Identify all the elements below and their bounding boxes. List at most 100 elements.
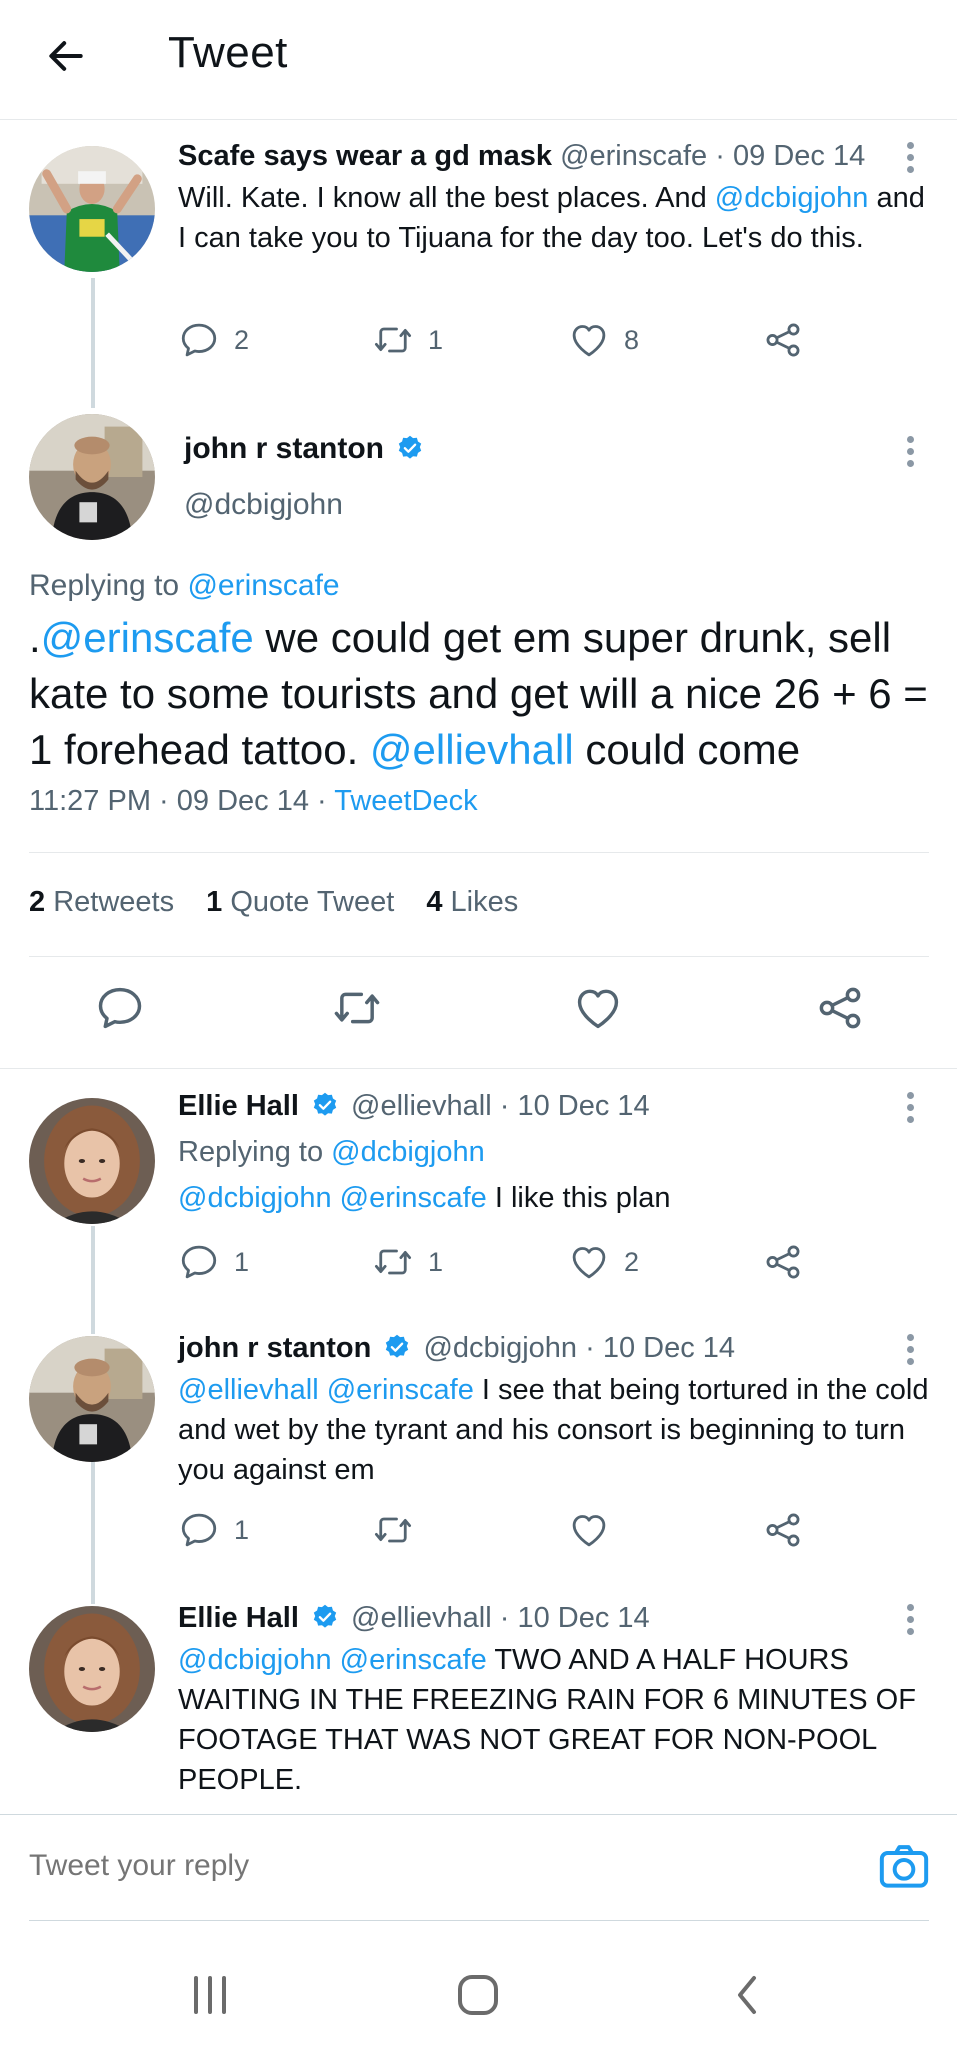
retweet-count: 1	[428, 1246, 444, 1277]
tweet-actions: 1	[178, 1506, 818, 1554]
reply-button[interactable]: 2	[178, 316, 249, 364]
quote-tweets-stat[interactable]: 1 Quote Tweet	[206, 886, 394, 918]
like-icon	[568, 1509, 610, 1551]
user-handle[interactable]: @ellievhall	[351, 1090, 492, 1122]
verified-badge-icon	[383, 1333, 411, 1361]
more-vertical-icon[interactable]	[903, 142, 917, 176]
reply-icon	[178, 319, 220, 361]
retweet-button[interactable]: 1	[372, 316, 443, 364]
user-handle[interactable]: @erinscafe	[560, 140, 707, 172]
share-button[interactable]	[762, 1506, 804, 1554]
retweet-button[interactable]	[331, 982, 383, 1034]
tweet-text: Will. Kate. I know all the best places. …	[178, 182, 925, 254]
retweet-icon	[331, 982, 383, 1034]
tweet-header: Ellie Hall @ellievhall · 10 Dec 14	[178, 1602, 650, 1634]
tweet-header: Scafe says wear a gd mask @erinscafe · 0…	[178, 140, 866, 172]
likes-stat[interactable]: 4 Likes	[426, 886, 518, 918]
reply-count: 1	[234, 1514, 250, 1545]
retweets-stat[interactable]: 2 Retweets	[29, 886, 174, 918]
mention-link[interactable]: @dcbigjohn	[178, 1182, 332, 1214]
divider	[29, 956, 929, 957]
user-handle[interactable]: @dcbigjohn	[184, 488, 343, 522]
user-handle[interactable]: @dcbigjohn	[423, 1332, 577, 1364]
user-handle[interactable]: @ellievhall	[351, 1602, 492, 1634]
avatar[interactable]	[29, 1606, 155, 1732]
retweet-icon	[372, 1241, 414, 1283]
share-icon	[762, 1241, 804, 1283]
divider	[29, 1920, 929, 1921]
reply-button[interactable]: 1	[178, 1506, 249, 1554]
reply-button[interactable]	[94, 982, 146, 1034]
recent-apps-icon[interactable]	[180, 1970, 240, 2020]
mention-link[interactable]: @dcbigjohn	[715, 182, 869, 214]
page-title: Tweet	[168, 28, 288, 77]
reply-icon	[178, 1241, 220, 1283]
display-name[interactable]: Scafe says wear a gd mask	[178, 140, 552, 172]
like-button[interactable]	[572, 982, 624, 1034]
avatar[interactable]	[29, 414, 155, 540]
verified-badge-icon	[311, 1091, 339, 1119]
mention-link[interactable]: @dcbigjohn	[178, 1644, 332, 1676]
top-app-bar: Tweet	[0, 0, 957, 120]
verified-badge-icon	[311, 1603, 339, 1631]
reply-count: 2	[234, 324, 250, 355]
more-vertical-icon[interactable]	[903, 1604, 917, 1638]
reply-composer	[0, 1814, 957, 1922]
system-back-icon[interactable]	[718, 1970, 778, 2020]
share-button[interactable]	[814, 982, 866, 1034]
tweet-text: .@erinscafe we could get em super drunk,…	[29, 614, 928, 773]
tweet-date: 09 Dec 14	[176, 785, 309, 817]
mention-link[interactable]: @erinscafe	[327, 1374, 474, 1406]
reply-input[interactable]	[29, 1849, 729, 1883]
divider	[29, 852, 929, 853]
share-icon	[762, 319, 804, 361]
avatar[interactable]	[29, 1336, 155, 1462]
like-icon	[568, 1241, 610, 1283]
avatar[interactable]	[29, 1098, 155, 1224]
display-name[interactable]: john r stanton	[184, 432, 428, 466]
retweet-icon	[372, 1509, 414, 1551]
replying-to-link[interactable]: @dcbigjohn	[331, 1136, 485, 1168]
display-name[interactable]: Ellie Hall	[178, 1090, 299, 1122]
divider	[0, 1068, 957, 1069]
camera-icon[interactable]	[876, 1839, 932, 1895]
retweet-button[interactable]	[372, 1506, 414, 1554]
mention-link[interactable]: @ellievhall	[178, 1374, 319, 1406]
mention-link[interactable]: @erinscafe	[340, 1644, 487, 1676]
like-button[interactable]: 8	[568, 316, 639, 364]
tweet-date: 10 Dec 14	[602, 1332, 736, 1364]
tweet-source-link[interactable]: TweetDeck	[334, 785, 477, 817]
mention-link[interactable]: @ellievhall	[370, 726, 574, 773]
more-vertical-icon[interactable]	[903, 436, 917, 470]
tweet-date: 09 Dec 14	[733, 140, 866, 172]
tweet-text: @dcbigjohn @erinscafe I like this plan	[178, 1182, 671, 1214]
avatar[interactable]	[29, 146, 155, 272]
like-button[interactable]	[568, 1506, 610, 1554]
tweet-actions	[0, 982, 957, 1042]
home-icon[interactable]	[448, 1970, 508, 2020]
reply-icon	[178, 1509, 220, 1551]
thread-connector	[91, 278, 95, 408]
back-arrow-icon[interactable]	[44, 34, 88, 78]
verified-badge-icon	[396, 434, 424, 462]
mention-link[interactable]: @erinscafe	[340, 1182, 487, 1214]
more-vertical-icon[interactable]	[903, 1334, 917, 1368]
like-count: 8	[624, 324, 640, 355]
engagement-stats: 2 Retweets 1 Quote Tweet 4 Likes	[29, 886, 542, 919]
tweet-date: 10 Dec 14	[517, 1090, 650, 1122]
reply-count: 1	[234, 1246, 250, 1277]
reply-button[interactable]: 1	[178, 1238, 249, 1286]
share-icon	[814, 982, 866, 1034]
display-name[interactable]: john r stanton	[178, 1332, 371, 1364]
like-button[interactable]: 2	[568, 1238, 639, 1286]
mention-link[interactable]: @erinscafe	[41, 614, 254, 661]
replying-to: Replying to @erinscafe	[29, 569, 340, 602]
retweet-count: 1	[428, 324, 444, 355]
share-button[interactable]	[762, 316, 804, 364]
share-button[interactable]	[762, 1238, 804, 1286]
more-vertical-icon[interactable]	[903, 1092, 917, 1126]
tweet-metadata: 11:27 PM · 09 Dec 14 · TweetDeck	[29, 785, 478, 817]
display-name[interactable]: Ellie Hall	[178, 1602, 299, 1634]
replying-to-link[interactable]: @erinscafe	[187, 569, 339, 602]
retweet-button[interactable]: 1	[372, 1238, 443, 1286]
